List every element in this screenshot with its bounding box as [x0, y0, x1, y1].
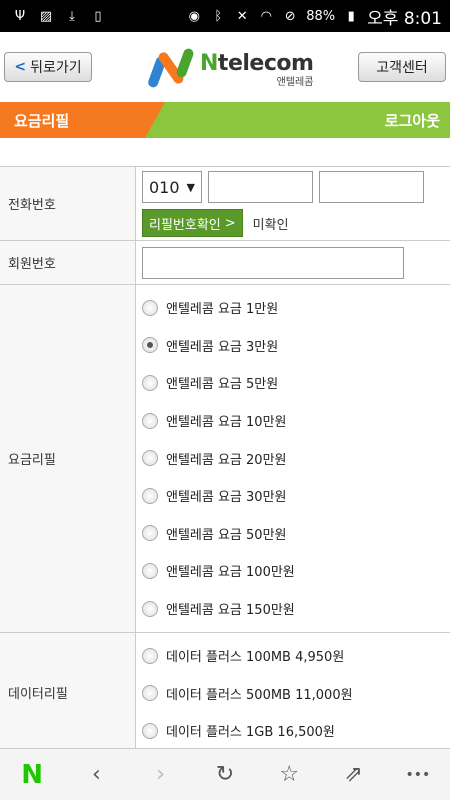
radio-button[interactable] [142, 525, 158, 542]
member-field [136, 241, 450, 284]
refill-option[interactable]: 앤텔레콤 요금 50만원 [142, 515, 450, 553]
refill-option[interactable]: 앤텔레콤 요금 150만원 [142, 590, 450, 628]
battery-icon: ▮ [347, 8, 355, 24]
nav-bar: 요금리필 로그아웃 [0, 102, 450, 138]
refill-option[interactable]: 앤텔레콤 요금 1만원 [142, 289, 450, 327]
data-option-label: 데이터 플러스 1GB 16,500원 [166, 725, 335, 741]
refresh-icon[interactable]: ↻ [205, 755, 245, 795]
wifi-icon: ◠ [260, 8, 272, 24]
verify-number-button[interactable]: 리필번호확인 > [142, 209, 243, 237]
radio-button[interactable] [142, 647, 158, 664]
phone-prefix-select[interactable]: 010 ▼ [142, 171, 202, 203]
data-option-label: 데이터 플러스 500MB 11,000원 [166, 687, 353, 703]
phone-middle-input[interactable] [208, 171, 313, 203]
refill-option-label: 앤텔레콤 요금 10만원 [166, 415, 287, 431]
phone-field: 010 ▼ 리필번호확인 > 미확인 [136, 167, 450, 240]
refill-form: 전화번호 010 ▼ 리필번호확인 > 미확인 회원번호 요금리필 앤텔레콤 요… [0, 166, 450, 752]
no-sim-icon: ⊘ [284, 8, 296, 24]
bookmark-star-icon[interactable]: ☆ [269, 755, 309, 795]
usb-icon: Ψ [14, 8, 26, 24]
forward-icon[interactable]: › [141, 755, 181, 795]
refill-label: 요금리필 [0, 285, 136, 632]
logo-sub-text: 앤텔레콤 [276, 76, 314, 88]
back-button-label: 뒤로가기 [30, 60, 82, 76]
mute-icon: ✕ [236, 8, 248, 24]
radio-button[interactable] [142, 685, 158, 702]
radio-button[interactable] [142, 722, 158, 739]
data-options: 데이터 플러스 100MB 4,950원데이터 플러스 500MB 11,000… [136, 633, 450, 752]
refill-option-label: 앤텔레콤 요금 50만원 [166, 527, 287, 543]
phone-row: 전화번호 010 ▼ 리필번호확인 > 미확인 [0, 166, 450, 240]
bluetooth-icon: ᛒ [214, 8, 223, 24]
refill-option-label: 앤텔레콤 요금 1만원 [166, 302, 279, 318]
verify-status: 미확인 [252, 217, 289, 233]
member-label: 회원번호 [0, 241, 136, 284]
data-row: 데이터리필 데이터 플러스 100MB 4,950원데이터 플러스 500MB … [0, 632, 450, 752]
status-bar-left: Ψ ▨ ⤓ ▯ [0, 8, 106, 24]
status-bar-right: ◉ ᛒ ✕ ◠ ⊘ 88% ▮ 오후 8:01 [186, 4, 450, 29]
image-icon: ▨ [39, 8, 53, 24]
header: < 뒤로가기 Ntelecom 앤텔레콤 고객센터 [0, 32, 450, 102]
refill-option-label: 앤텔레콤 요금 20만원 [166, 452, 287, 468]
refill-option[interactable]: 앤텔레콤 요금 20만원 [142, 439, 450, 477]
data-option-label: 데이터 플러스 100MB 4,950원 [166, 650, 345, 666]
clock: 오후 8:01 [367, 8, 442, 29]
browser-bottom-bar: N ‹ › ↻ ☆ ⇗ ••• [0, 748, 450, 800]
refill-option[interactable]: 앤텔레콤 요금 30만원 [142, 477, 450, 515]
refill-option[interactable]: 앤텔레콤 요금 3만원 [142, 327, 450, 365]
data-label: 데이터리필 [0, 633, 136, 752]
chevron-right-icon: > [224, 215, 236, 231]
page-title: 요금리필 [0, 102, 165, 138]
refill-row: 요금리필 앤텔레콤 요금 1만원 앤텔레콤 요금 3만원 앤텔레콤 요금 5만원 앤텔… [0, 284, 450, 632]
radio-button[interactable] [142, 299, 158, 316]
status-bar: Ψ ▨ ⤓ ▯ ◉ ᛒ ✕ ◠ ⊘ 88% ▮ 오후 8:01 [0, 0, 450, 32]
logout-link[interactable]: 로그아웃 [385, 102, 440, 138]
phone-label: 전화번호 [0, 167, 136, 240]
back-button[interactable]: < 뒤로가기 [4, 52, 92, 82]
phone-prefix-value: 010 [149, 177, 180, 197]
logo-text: Ntelecom 앤텔레콤 [200, 51, 314, 88]
back-icon[interactable]: ‹ [76, 755, 116, 795]
phone-last-input[interactable] [319, 171, 424, 203]
data-option[interactable]: 데이터 플러스 500MB 11,000원 [142, 675, 450, 713]
battery-percent: 88% [306, 8, 336, 24]
refill-option[interactable]: 앤텔레콤 요금 5만원 [142, 364, 450, 402]
member-number-input[interactable] [142, 247, 404, 279]
logo-mark-icon [148, 46, 196, 92]
refill-options: 앤텔레콤 요금 1만원앤텔레콤 요금 3만원앤텔레콤 요금 5만원앤텔레콤 요금… [136, 285, 450, 632]
naver-home-icon[interactable]: N [12, 755, 52, 795]
radio-button[interactable] [142, 450, 158, 467]
refill-option[interactable]: 앤텔레콤 요금 100만원 [142, 552, 450, 590]
radio-button[interactable] [142, 487, 158, 504]
radio-button[interactable] [142, 412, 158, 429]
radio-button[interactable] [142, 600, 158, 617]
verify-line: 리필번호확인 > 미확인 [142, 209, 444, 237]
more-icon[interactable]: ••• [398, 755, 438, 795]
radio-button[interactable] [142, 337, 158, 354]
back-arrow-icon: < [14, 59, 27, 75]
refill-option-label: 앤텔레콤 요금 3만원 [166, 339, 279, 355]
member-row: 회원번호 [0, 240, 450, 284]
download-icon: ⤓ [69, 8, 75, 24]
data-option[interactable]: 데이터 플러스 100MB 4,950원 [142, 637, 450, 675]
customer-center-button[interactable]: 고객센터 [358, 52, 446, 82]
file-icon: ▯ [94, 8, 102, 24]
verify-button-label: 리필번호확인 [149, 217, 221, 233]
data-option[interactable]: 데이터 플러스 1GB 16,500원 [142, 712, 450, 750]
radio-button[interactable] [142, 374, 158, 391]
dropdown-arrow-icon: ▼ [186, 180, 195, 194]
radio-button[interactable] [142, 562, 158, 579]
refill-option[interactable]: 앤텔레콤 요금 10만원 [142, 402, 450, 440]
logo[interactable]: Ntelecom 앤텔레콤 [148, 46, 314, 92]
refill-option-label: 앤텔레콤 요금 5만원 [166, 377, 279, 393]
refill-option-label: 앤텔레콤 요금 30만원 [166, 490, 287, 506]
share-icon[interactable]: ⇗ [334, 755, 374, 795]
eye-icon: ◉ [188, 8, 200, 24]
refill-option-label: 앤텔레콤 요금 150만원 [166, 603, 295, 619]
phone-inputs: 010 ▼ [142, 171, 444, 203]
refill-option-label: 앤텔레콤 요금 100만원 [166, 565, 295, 581]
